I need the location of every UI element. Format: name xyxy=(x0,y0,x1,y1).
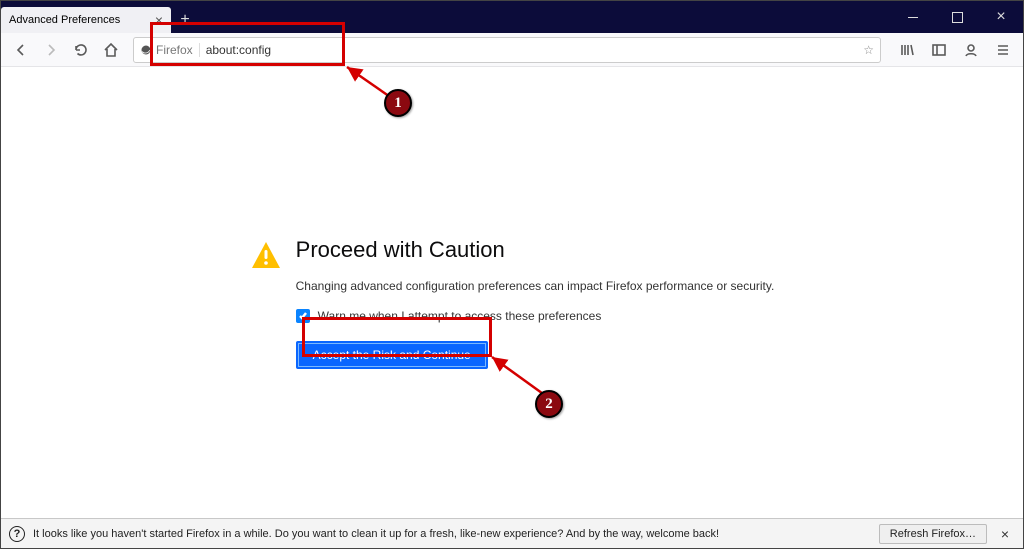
notification-bar: ? It looks like you haven't started Fire… xyxy=(1,518,1023,548)
home-button[interactable] xyxy=(97,36,125,64)
tab-advanced-preferences[interactable]: Advanced Preferences × xyxy=(1,7,171,33)
library-button[interactable] xyxy=(893,36,921,64)
annotation-box-1 xyxy=(150,22,345,66)
refresh-firefox-button[interactable]: Refresh Firefox… xyxy=(879,524,987,544)
info-icon: ? xyxy=(9,526,25,542)
warning-icon xyxy=(250,239,282,271)
annotation-box-2 xyxy=(302,317,492,357)
caution-heading: Proceed with Caution xyxy=(296,237,775,263)
back-button[interactable] xyxy=(7,36,35,64)
menu-button[interactable] xyxy=(989,36,1017,64)
annotation-badge-1: 1 xyxy=(384,89,412,117)
sidebar-button[interactable] xyxy=(925,36,953,64)
window-maximize-button[interactable] xyxy=(935,1,979,33)
caution-text: Changing advanced configuration preferen… xyxy=(296,279,775,293)
forward-button[interactable] xyxy=(37,36,65,64)
toolbar-right xyxy=(889,36,1017,64)
notification-close-icon[interactable]: × xyxy=(995,526,1015,542)
window-close-button[interactable]: × xyxy=(979,1,1023,33)
reload-button[interactable] xyxy=(67,36,95,64)
annotation-badge-2: 2 xyxy=(535,390,563,418)
content-area: Proceed with Caution Changing advanced c… xyxy=(1,67,1023,518)
notification-message: It looks like you haven't started Firefo… xyxy=(33,528,871,540)
window-minimize-button[interactable] xyxy=(891,1,935,33)
window-controls: × xyxy=(891,1,1023,33)
account-button[interactable] xyxy=(957,36,985,64)
tab-title: Advanced Preferences xyxy=(9,14,120,26)
bookmark-star-icon[interactable]: ☆ xyxy=(863,43,874,57)
browser-window: Advanced Preferences × + × Firefox about… xyxy=(0,0,1024,549)
